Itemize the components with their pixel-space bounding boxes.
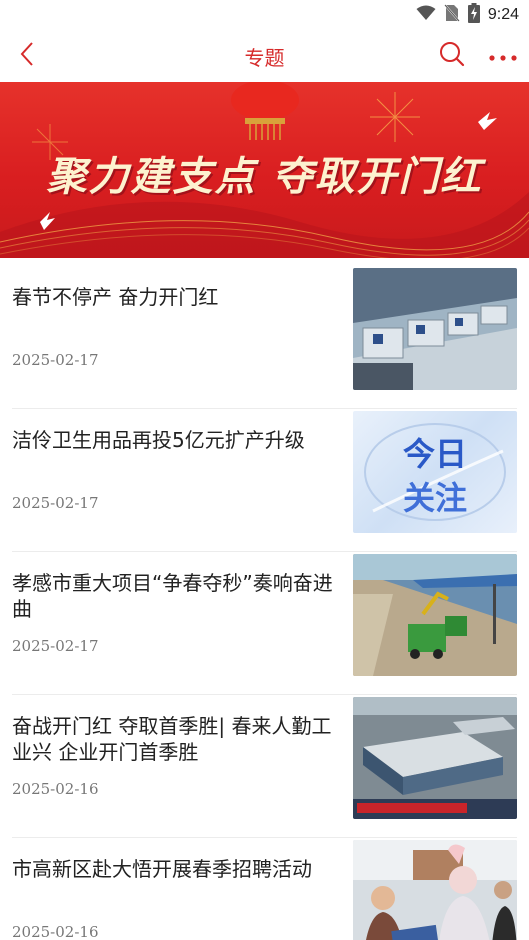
thumbnail-text-line1: 今日 (402, 435, 467, 473)
article-date: 2025-02-16 (12, 923, 99, 940)
list-item[interactable]: 洁伶卫生用品再投5亿元扩产升级 2025-02-17 今日 关注 (0, 409, 529, 552)
article-date: 2025-02-17 (12, 637, 99, 655)
banner-headline: 聚力建支点 夺取开门红 (46, 153, 483, 200)
search-button[interactable] (437, 40, 467, 72)
factory-aerial-image (353, 697, 517, 819)
article-title: 春节不停产 奋力开门红 (12, 285, 219, 309)
lantern-icon (231, 82, 299, 140)
list-item[interactable]: 春节不停产 奋力开门红 2025-02-17 (0, 266, 529, 409)
firework-right (370, 92, 420, 142)
article-date: 2025-02-17 (12, 494, 99, 512)
battery-charging-icon (467, 3, 480, 27)
factory-machines-image (353, 268, 517, 390)
list-item[interactable]: 奋战开门红 夺取首季胜| 春来人勤工业兴 企业开门首季胜 2025-02-16 (0, 695, 529, 838)
status-bar: 9:24 (0, 0, 529, 30)
no-sim-icon (444, 4, 460, 26)
jinri-guanzhu-graphic: 今日 关注 (353, 411, 517, 533)
thumbnail-text-line2: 关注 (402, 479, 467, 517)
more-button[interactable] (485, 40, 521, 72)
article-title: 孝感市重大项目“争春夺秒”奏响奋进曲 (12, 571, 333, 621)
construction-site-image (353, 554, 517, 676)
more-dots-icon (488, 47, 518, 66)
job-fair-crowd-image (353, 840, 517, 940)
search-icon (439, 41, 465, 71)
status-time: 9:24 (487, 6, 519, 23)
article-title: 洁伶卫生用品再投5亿元扩产升级 (12, 428, 305, 452)
list-item[interactable]: 孝感市重大项目“争春夺秒”奏响奋进曲 2025-02-17 (0, 552, 529, 695)
list-item[interactable]: 市高新区赴大悟开展春季招聘活动 2025-02-16 (0, 838, 529, 940)
nav-bar: 专题 (0, 30, 529, 82)
article-date: 2025-02-17 (12, 351, 99, 369)
wifi-icon (416, 5, 436, 25)
article-list: 春节不停产 奋力开门红 2025-02-17 洁伶卫生用品再投5亿元扩产升级 2… (0, 266, 529, 940)
article-title: 市高新区赴大悟开展春季招聘活动 (12, 857, 312, 881)
article-title: 奋战开门红 夺取首季胜| 春来人勤工业兴 企业开门首季胜 (12, 714, 332, 764)
article-date: 2025-02-16 (12, 780, 99, 798)
topic-banner: 聚力建支点 夺取开门红 (0, 82, 529, 258)
dove-icon (478, 112, 497, 130)
status-icons: 9:24 (416, 3, 519, 27)
